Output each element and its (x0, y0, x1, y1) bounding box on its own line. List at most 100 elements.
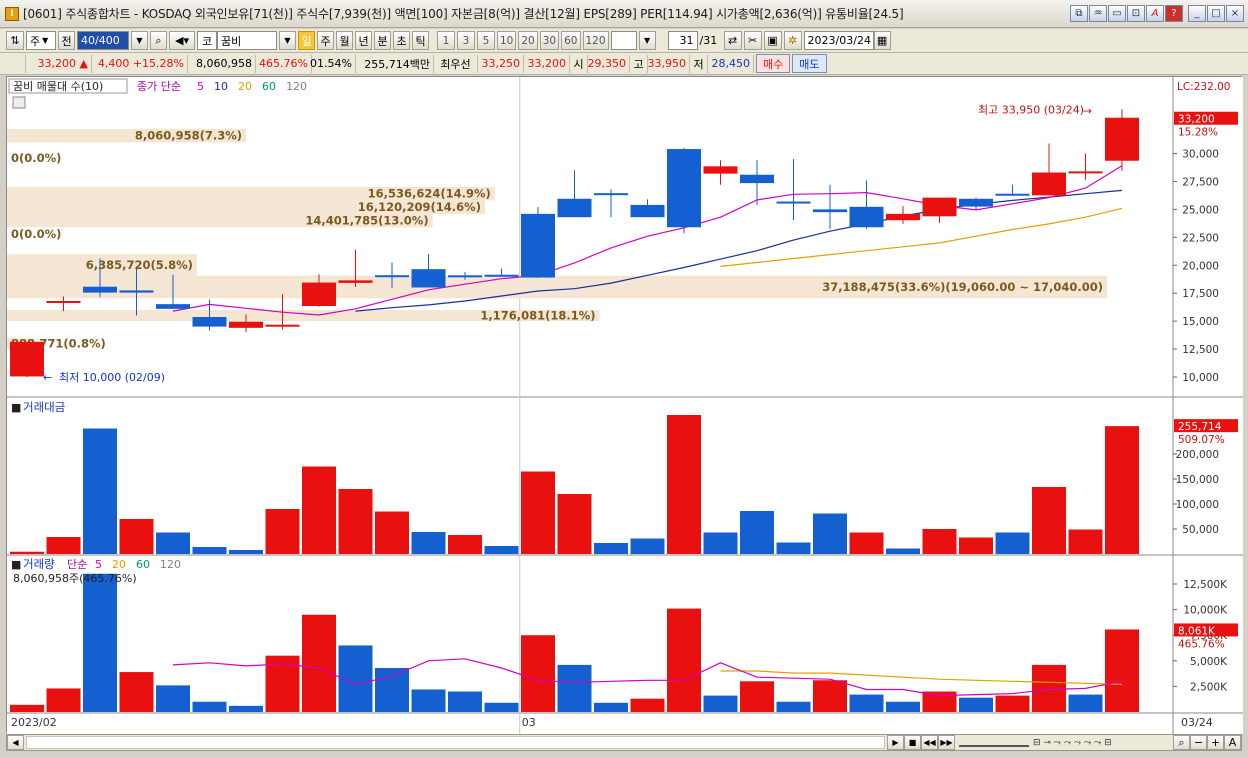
scroll-track[interactable] (26, 736, 885, 749)
price-change: 4,400 +15.28% (92, 54, 188, 73)
chart-area[interactable]: 888,771(0.8%) 1,176,081(18.1%) 37,188,475(… (6, 76, 1243, 734)
prev-button[interactable]: 전 (58, 31, 75, 50)
tab-year[interactable]: 년 (355, 31, 372, 50)
candle-body (156, 304, 190, 309)
ma-period-label: 20 (238, 80, 252, 93)
close-button[interactable]: × (1226, 5, 1244, 22)
tab-minute[interactable]: 분 (374, 31, 391, 50)
volume-bar (813, 680, 847, 712)
tab-month[interactable]: 월 (336, 31, 353, 50)
scroll-left-button[interactable]: ◀ (7, 735, 24, 750)
save-icon[interactable]: ▣ (763, 31, 782, 50)
buy-button[interactable]: 매수 (756, 54, 791, 73)
candle-body (1068, 171, 1103, 174)
interval-input[interactable] (610, 31, 637, 50)
app-icon: Ⅰ (5, 6, 19, 21)
turnover-ratio: 01.54% (310, 54, 356, 73)
amount-bar (1068, 529, 1103, 554)
minimize-button[interactable]: _ (1188, 5, 1206, 22)
rewind-button[interactable]: ◀◀ (921, 735, 938, 750)
date-input[interactable]: 2023/03/24 (803, 31, 874, 50)
volume-ma-period: 120 (160, 558, 181, 571)
zoom-icon[interactable]: ⌕ (1173, 735, 1190, 750)
restore-icon[interactable]: ▭ (1108, 5, 1126, 22)
ma-period-label: 60 (262, 80, 276, 93)
gear-icon[interactable]: ✲ (783, 31, 802, 50)
price-tick-label: 20,000 (1182, 260, 1219, 272)
volume-tick-label: 10,000K (1183, 605, 1228, 617)
page-total: /31 (699, 34, 718, 47)
period-select[interactable]: 주 ▼ (26, 31, 56, 50)
play-button[interactable]: ▶ (887, 735, 904, 750)
amount-tick-label: 150,000 (1176, 474, 1219, 486)
volume-panel-marker: ■ (11, 558, 21, 571)
interval-1[interactable]: 1 (437, 31, 455, 50)
quote-bar: 33,200 ▲ 4,400 +15.28% 8,060,958 465.76%… (0, 53, 1248, 75)
speaker-icon[interactable]: ◀▾ (169, 31, 195, 50)
indicator-name: 꿈비 매물대 수(10) (13, 80, 103, 93)
calendar-icon[interactable]: ▦ (873, 31, 891, 50)
interval-dropdown-icon[interactable]: ▼ (638, 31, 656, 50)
sell-button[interactable]: 매도 (792, 54, 827, 73)
volume-bar (1032, 664, 1066, 712)
amount-bar (813, 513, 847, 554)
best-quote-label: 최우선 (434, 54, 478, 73)
maximize-button[interactable]: □ (1207, 5, 1225, 22)
interval-5[interactable]: 5 (477, 31, 495, 50)
ask-price: 33,250 (478, 54, 524, 73)
interval-20[interactable]: 20 (518, 31, 538, 50)
open-label: 시 (570, 54, 588, 73)
tab-second[interactable]: 초 (393, 31, 410, 50)
pin-icon[interactable]: ⇅ (6, 31, 24, 50)
zoom-out-button[interactable]: − (1190, 735, 1207, 750)
amount-bar (922, 529, 957, 554)
tab-day[interactable]: 일 (298, 31, 315, 50)
count-dropdown-icon[interactable]: ▼ (131, 31, 148, 50)
volume-tick-label: 12,500K (1183, 579, 1228, 591)
scissors-icon[interactable]: ✂ (743, 31, 762, 50)
candle-body (10, 341, 44, 377)
drawing-tools-icon[interactable]: ⊟ ⊸ ⤳ ⤳ ⤳ ⤳ ⤳ ⊟ (1033, 738, 1173, 748)
volume-profile-label: 16,120,209(14.6%) (358, 200, 481, 214)
font-icon[interactable]: A (1146, 5, 1164, 22)
candle-body (740, 174, 774, 184)
volume-profile-label: 6,385,720(5.8%) (86, 258, 193, 272)
volume-bar (448, 691, 482, 712)
chart-scroll-controls: ◀ ▶ ■ ◀◀ ▶▶ ⊟ ⊸ ⤳ ⤳ ⤳ ⤳ ⤳ ⊟ ⌕ − + A (6, 734, 1242, 751)
text-tool-button[interactable]: A (1224, 735, 1241, 750)
x-label-month: 03 (522, 716, 536, 729)
interval-10[interactable]: 10 (497, 31, 517, 50)
interval-30[interactable]: 30 (539, 31, 560, 50)
interval-120[interactable]: 120 (582, 31, 609, 50)
frame-icon[interactable]: ⊡ (1127, 5, 1145, 22)
volume-bar (1105, 629, 1139, 712)
volume-profile-label: 37,188,475(33.6%)(19,060.00 ~ 17,040.00) (822, 280, 1103, 294)
tab-week[interactable]: 주 (317, 31, 334, 50)
page-current-input[interactable]: 31 (667, 31, 698, 50)
interval-3[interactable]: 3 (457, 31, 475, 50)
zoom-in-button[interactable]: + (1207, 735, 1224, 750)
price-tick-label: 30,000 (1182, 149, 1219, 161)
help-icon[interactable]: ? (1165, 5, 1183, 22)
stock-dropdown-icon[interactable]: ▼ (279, 31, 296, 50)
amount-tick-label: 100,000 (1176, 499, 1219, 511)
forward-button[interactable]: ▶▶ (938, 735, 955, 750)
count-input[interactable]: 40/400 (77, 31, 129, 50)
candle-body (630, 204, 665, 218)
stock-chart[interactable]: 888,771(0.8%)1,176,081(18.1%)37,188,475(… (7, 77, 1243, 734)
zoom-slider[interactable] (959, 739, 1029, 747)
link-icon[interactable]: ⧉ (1070, 5, 1088, 22)
price-tick-label: 17,500 (1182, 288, 1219, 300)
search-icon[interactable]: ⌕ (150, 31, 167, 50)
volume-bar (46, 688, 81, 712)
interval-60[interactable]: 60 (561, 31, 581, 50)
volume-bar (959, 697, 993, 712)
chart-tool-icon[interactable]: ⇄ (723, 31, 742, 50)
tab-tick[interactable]: 틱 (412, 31, 429, 50)
chart-settings-icon[interactable]: ♒ (1089, 5, 1107, 22)
stop-button[interactable]: ■ (904, 735, 921, 750)
stock-name-input[interactable]: 꿈비 (217, 31, 277, 50)
x-label-start: 2023/02 (11, 716, 57, 729)
price-tick-label: 25,000 (1182, 204, 1219, 216)
price-tick-label: 10,000 (1182, 372, 1219, 384)
